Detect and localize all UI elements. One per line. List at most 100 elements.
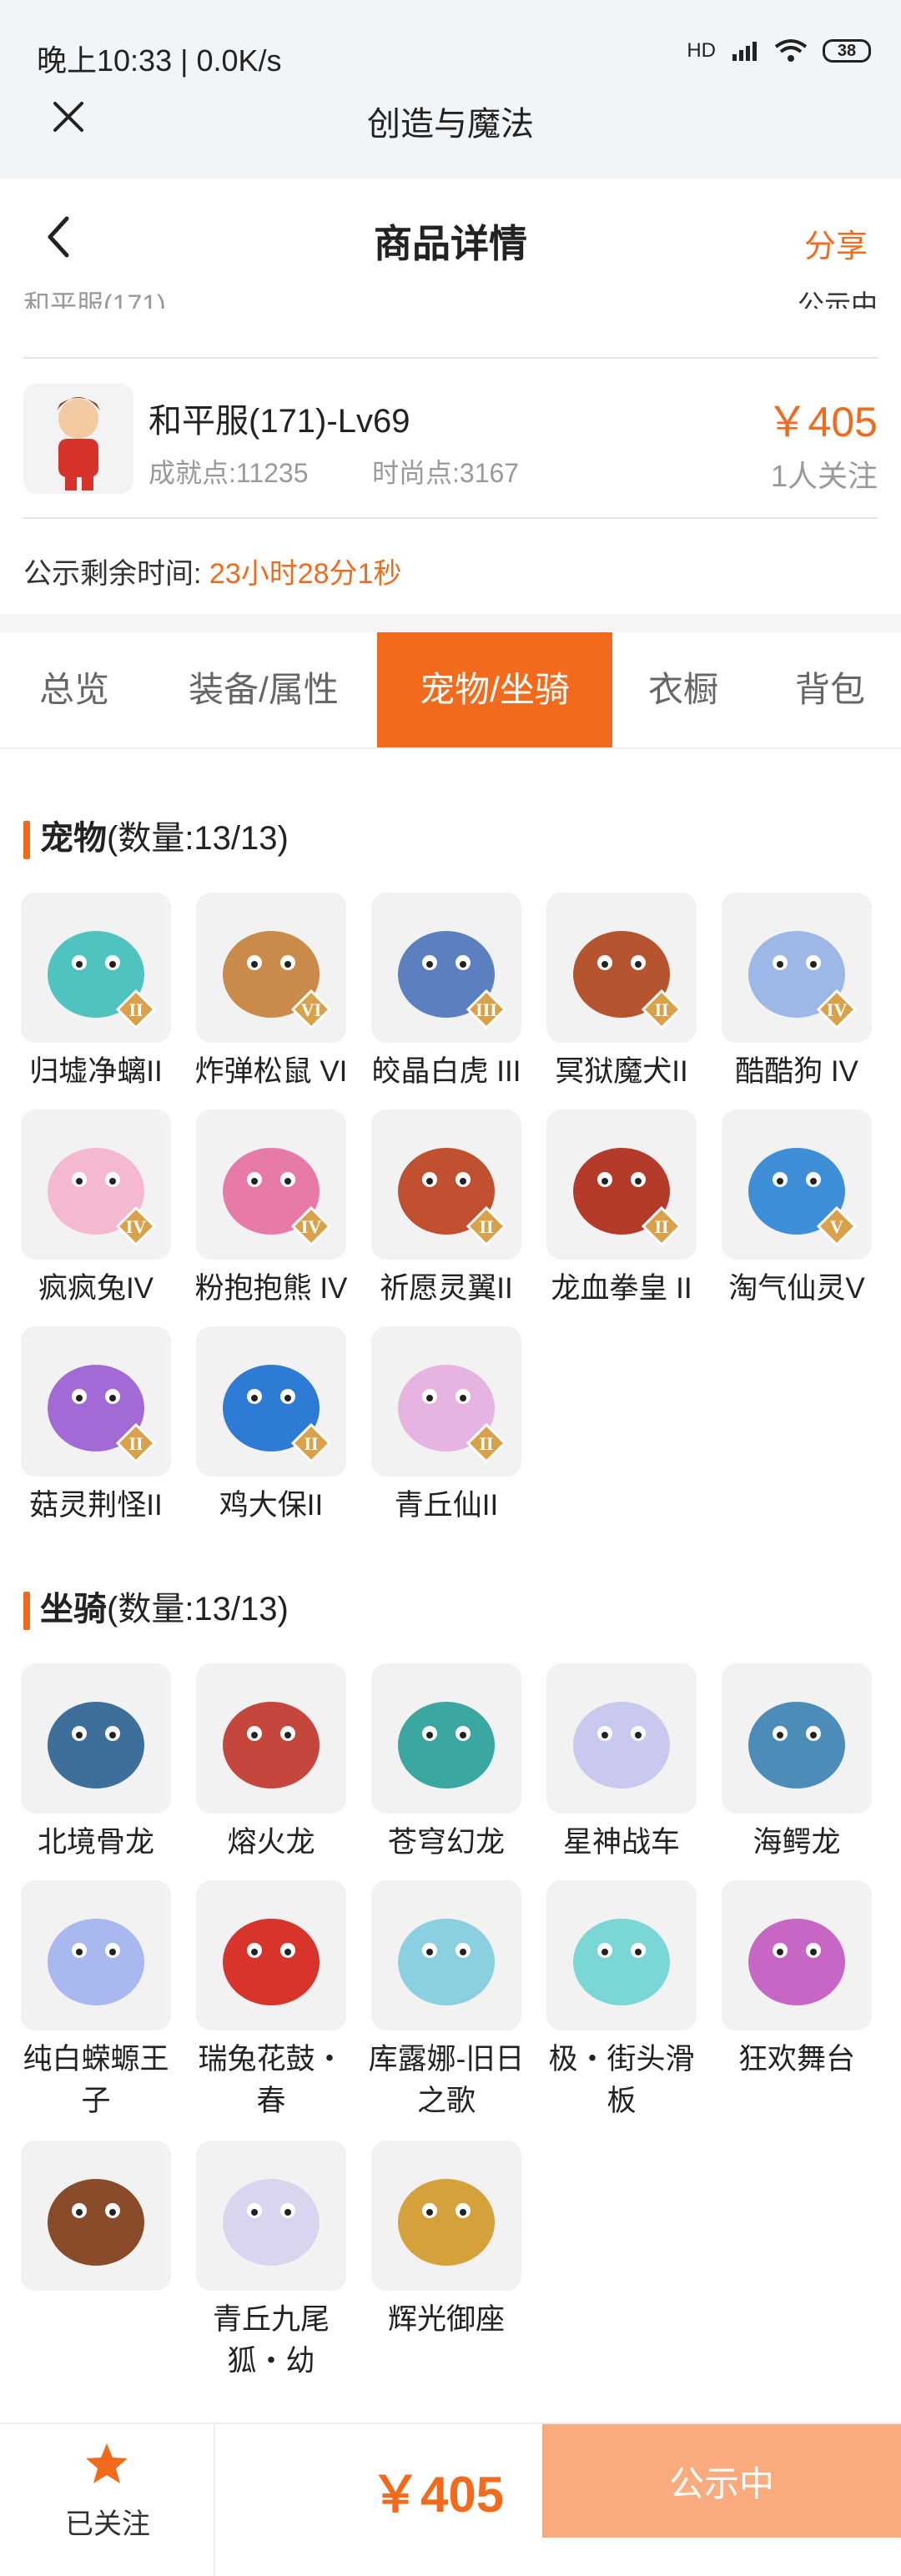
status-button[interactable]: 公示中 <box>542 2424 901 2538</box>
pets-title: 宠物 <box>40 820 107 857</box>
mount-thumbnail <box>371 1663 521 1814</box>
pet-thumbnail: IV <box>196 1109 346 1260</box>
mount-name: 青丘九尾狐・幼 <box>212 2303 330 2377</box>
mount-thumbnail <box>21 1663 171 1814</box>
mount-item[interactable]: 库露娜-旧日之歌 <box>367 1880 526 2122</box>
svg-text:VI: VI <box>301 999 321 1020</box>
mount-item[interactable]: 纯白蝾螈王子 <box>17 1880 175 2122</box>
mount-item[interactable]: 辉光御座 <box>367 2141 526 2341</box>
pet-item[interactable]: VI 炸弹松鼠 VI <box>192 893 350 1093</box>
mount-name: 熔火龙 <box>227 1826 315 1859</box>
mounts-title: 坐骑 <box>40 1591 107 1628</box>
pet-name: 青丘仙II <box>394 1489 499 1522</box>
pet-name: 炸弹松鼠 VI <box>194 1055 348 1088</box>
follow-button[interactable]: 已关注 <box>65 2501 150 2542</box>
pet-thumbnail: II <box>371 1326 521 1477</box>
svg-text:IV: IV <box>827 999 848 1020</box>
mount-name: 北境骨龙 <box>37 1826 154 1859</box>
mount-name: 苍穹幻龙 <box>387 1826 505 1859</box>
mount-thumbnail <box>546 1663 697 1814</box>
mount-thumbnail <box>546 1880 697 2030</box>
server-name-cut: 和平服(171) <box>23 289 166 309</box>
tab-equipment[interactable]: 装备/属性 <box>164 632 364 747</box>
mount-item[interactable] <box>17 2141 175 2299</box>
pet-thumbnail: II <box>546 893 697 1043</box>
mount-item[interactable]: 海鳄龙 <box>717 1663 876 1864</box>
mount-item[interactable]: 北境骨龙 <box>17 1663 175 1864</box>
mount-item[interactable]: 熔火龙 <box>192 1663 350 1864</box>
pet-item[interactable]: II 菇灵荆怪II <box>17 1326 175 1527</box>
mount-name: 星神战车 <box>562 1826 680 1859</box>
svg-text:V: V <box>830 1216 843 1237</box>
status-time: 晚上10:33 | 0.0K/s <box>37 43 282 78</box>
pet-item[interactable]: III 皎晶白虎 III <box>367 893 526 1093</box>
mount-thumbnail <box>371 1880 521 2030</box>
pet-item[interactable]: II 龙血拳皇 II <box>542 1109 701 1310</box>
nav-bar: 商品详情 分享 <box>0 179 901 295</box>
pet-item[interactable]: II 归墟净螭II <box>17 893 175 1093</box>
bottom-price: ￥405 <box>370 2467 505 2523</box>
follower-count: 1人关注 <box>770 459 878 493</box>
status-icons: HD 38 <box>687 38 871 63</box>
pet-thumbnail: III <box>371 893 521 1043</box>
pet-name: 龙血拳皇 II <box>551 1272 692 1305</box>
svg-text:II: II <box>479 1216 493 1237</box>
avatar <box>23 384 133 494</box>
page-title: 商品详情 <box>374 222 527 265</box>
pet-item[interactable]: IV 粉抱抱熊 IV <box>192 1109 350 1310</box>
mount-name: 纯白蝾螈王子 <box>23 2043 169 2117</box>
role-server-level: 和平服(171)-Lv69 <box>148 403 410 440</box>
bottom-bar: 已关注 ￥405 公示中 <box>0 2423 901 2576</box>
mount-name: 辉光御座 <box>387 2303 505 2336</box>
pet-item[interactable]: II 鸡大保II <box>192 1326 350 1527</box>
divider <box>23 517 878 519</box>
mount-thumbnail <box>21 2141 171 2291</box>
tab-backpack[interactable]: 背包 <box>759 632 901 747</box>
svg-text:IV: IV <box>126 1216 147 1237</box>
mount-name: 狂欢舞台 <box>737 2043 855 2075</box>
tab-overview[interactable]: 总览 <box>0 632 148 747</box>
network-icon: HD <box>687 39 716 62</box>
mount-name: 瑞兔花鼓・春 <box>198 2043 345 2117</box>
svg-text:II: II <box>654 999 668 1020</box>
pet-item[interactable]: II 冥狱魔犬II <box>542 893 701 1093</box>
pet-name: 冥狱魔犬II <box>555 1055 688 1088</box>
mount-item[interactable]: 瑞兔花鼓・春 <box>192 1880 350 2122</box>
countdown-label: 公示剩余时间: <box>23 558 202 590</box>
svg-text:II: II <box>304 1433 318 1454</box>
pet-item[interactable]: IV 酷酷狗 IV <box>717 893 876 1093</box>
mount-item[interactable]: 狂欢舞台 <box>717 1880 876 2080</box>
mount-thumbnail <box>196 1663 346 1814</box>
pet-thumbnail: IV <box>21 1109 171 1260</box>
svg-text:IV: IV <box>301 1216 322 1237</box>
mount-thumbnail <box>722 1663 872 1814</box>
pet-name: 归墟净螭II <box>29 1055 163 1088</box>
mount-item[interactable]: 苍穹幻龙 <box>367 1663 526 1864</box>
pet-name: 疯疯兔IV <box>38 1272 154 1305</box>
pets-section-title: 宠物(数量:13/13) <box>23 811 289 860</box>
pet-item[interactable]: IV 疯疯兔IV <box>17 1109 175 1310</box>
pet-item[interactable]: II 祈愿灵翼II <box>367 1109 526 1310</box>
pet-name: 淘气仙灵V <box>728 1272 865 1305</box>
mounts-section-title: 坐骑(数量:13/13) <box>23 1582 289 1631</box>
tab-pets-mounts[interactable]: 宠物/坐骑 <box>377 632 612 747</box>
mount-item[interactable]: 青丘九尾狐・幼 <box>192 2141 350 2382</box>
svg-text:II: II <box>128 999 143 1020</box>
share-button[interactable]: 分享 <box>804 220 868 266</box>
battery-icon: 38 <box>823 39 871 63</box>
pet-item[interactable]: II 青丘仙II <box>367 1326 526 1527</box>
mount-item[interactable]: 极・街头滑板 <box>542 1880 701 2122</box>
tab-bar: 总览 装备/属性 宠物/坐骑 衣橱 背包 <box>0 632 901 749</box>
fashion-points: 时尚点:3167 <box>372 458 520 488</box>
signal-icon <box>732 42 757 61</box>
pets-count: (数量:13/13) <box>107 820 289 857</box>
wifi-icon <box>774 39 808 62</box>
svg-text:II: II <box>654 1216 668 1237</box>
countdown-value: 23小时28分1秒 <box>209 558 402 590</box>
mount-item[interactable]: 星神战车 <box>542 1663 701 1864</box>
mount-thumbnail <box>21 1880 171 2030</box>
star-icon[interactable] <box>83 2441 130 2488</box>
svg-text:III: III <box>476 999 497 1020</box>
tab-wardrobe[interactable]: 衣橱 <box>621 632 746 747</box>
pet-item[interactable]: V 淘气仙灵V <box>717 1109 876 1310</box>
